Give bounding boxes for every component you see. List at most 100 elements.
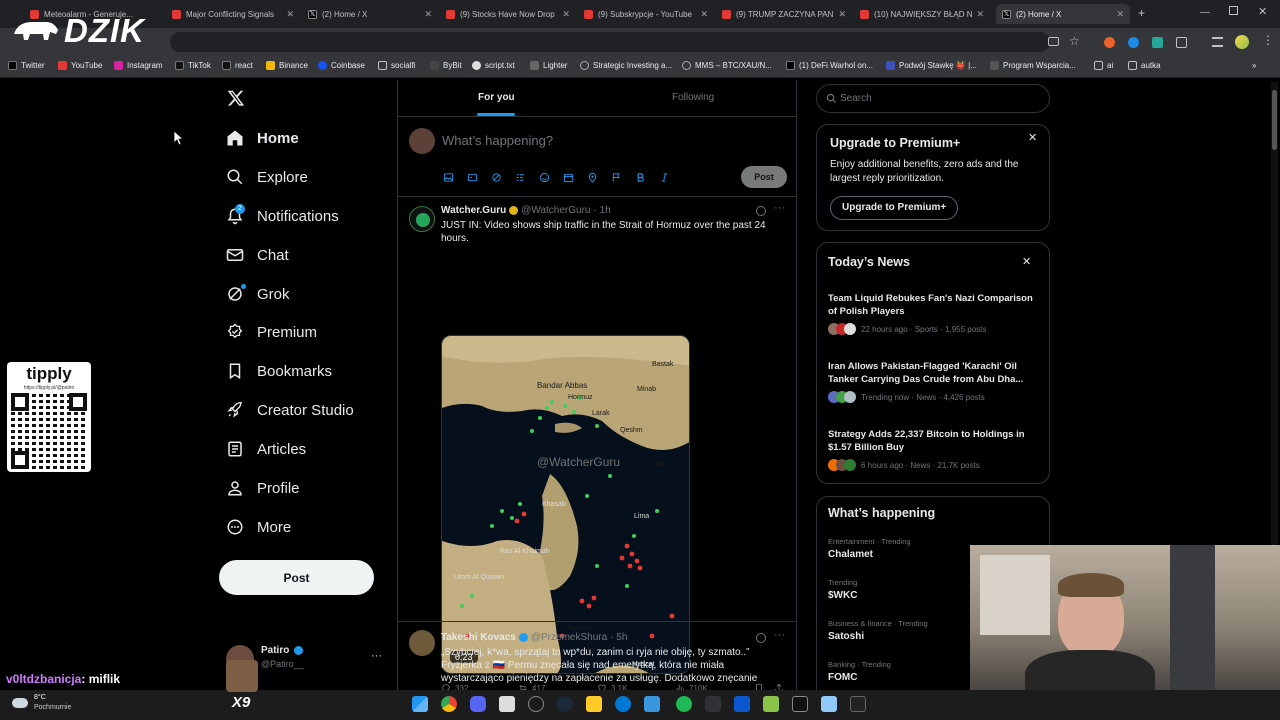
extension-icon[interactable] <box>1104 37 1115 48</box>
tweet-author[interactable]: Takeshi Kovacs <box>441 632 516 643</box>
x-app-icon[interactable] <box>734 696 750 712</box>
tweet[interactable]: Watcher.Guru @WatcherGuru · 1h ··· JUST … <box>398 197 796 693</box>
browser-tab[interactable]: (9) Stocks Have Now Drop ✕ <box>446 4 576 24</box>
install-app-icon[interactable] <box>1048 37 1059 46</box>
close-tab-icon[interactable]: ✕ <box>700 9 708 20</box>
bookmark-item[interactable]: react <box>222 61 253 70</box>
star-icon[interactable]: ☆ <box>1069 34 1080 48</box>
bookmark-item[interactable]: TikTok <box>175 61 211 70</box>
tab-following[interactable]: Following <box>672 92 714 103</box>
bookmark-item[interactable]: Program Wsparcia... <box>990 61 1076 70</box>
bookmark-item[interactable]: Binance <box>266 61 308 70</box>
trend-item[interactable]: Business & finance · Trending Satoshi <box>828 619 928 642</box>
tab-for-you[interactable]: For you <box>478 92 515 103</box>
trend-item[interactable]: Banking · Trending FOMC <box>828 660 891 683</box>
bookmark-folder[interactable]: socialfi <box>378 61 415 70</box>
nav-articles[interactable]: Articles <box>226 436 306 462</box>
browser-tab[interactable]: (10) NAJWIĘKSZY BŁĄD N ✕ <box>860 4 990 24</box>
reading-list-icon[interactable] <box>1212 37 1223 47</box>
file-explorer-icon[interactable] <box>586 696 602 712</box>
app-icon[interactable] <box>763 696 779 712</box>
browser-tab[interactable]: Major Conflicting Signals ✕ <box>172 4 300 24</box>
close-tab-icon[interactable]: ✕ <box>838 9 846 20</box>
news-item[interactable]: Strategy Adds 22,337 Bitcoin to Holdings… <box>828 428 1042 471</box>
nav-explore[interactable]: Explore <box>226 164 308 190</box>
x-logo[interactable] <box>227 89 245 112</box>
grok-explain-icon[interactable] <box>756 633 766 643</box>
document-icon[interactable] <box>821 696 837 712</box>
close-tab-icon[interactable]: ✕ <box>424 9 432 20</box>
search-input[interactable]: Search <box>840 93 872 104</box>
tweet-handle[interactable]: @WatcherGuru <box>521 205 590 216</box>
profile-avatar-icon[interactable] <box>1235 35 1249 49</box>
chevron-right-icon[interactable]: » <box>1252 61 1256 70</box>
weather-temp[interactable]: 8°C <box>34 694 46 701</box>
close-icon[interactable]: ✕ <box>1022 255 1031 268</box>
compose-post-button[interactable]: Post <box>741 166 787 188</box>
news-item[interactable]: Team Liquid Rebukes Fan's Nazi Compariso… <box>828 292 1042 335</box>
spotify-icon[interactable] <box>676 696 692 712</box>
discord-icon[interactable] <box>470 696 486 712</box>
bookmark-item[interactable]: ByBit <box>430 61 462 70</box>
tweet-author[interactable]: Watcher.Guru <box>441 205 506 216</box>
browser-tab[interactable]: (9) TRUMP ZACZYNA PAN ✕ <box>722 4 852 24</box>
steam-icon[interactable] <box>557 696 573 712</box>
nav-more[interactable]: More <box>226 514 291 540</box>
gif-icon[interactable] <box>467 172 478 183</box>
extension-icon[interactable] <box>1128 37 1139 48</box>
bold-icon[interactable] <box>635 172 646 183</box>
browser-tab[interactable]: (9) Subskrypcje - YouTube ✕ <box>584 4 714 24</box>
puzzle-icon[interactable] <box>1176 37 1187 48</box>
address-bar[interactable] <box>170 32 1050 52</box>
scrollbar-thumb[interactable] <box>1272 90 1277 150</box>
tweet-handle[interactable]: @PrzemekShura <box>531 632 607 643</box>
terminal-icon[interactable] <box>850 696 866 712</box>
nav-grok[interactable]: Grok <box>226 281 290 307</box>
kebab-menu-icon[interactable]: ⋮ <box>1262 33 1274 47</box>
more-options-icon[interactable]: ··· <box>774 629 785 641</box>
flag-icon[interactable] <box>611 172 622 183</box>
grok-compose-icon[interactable] <box>491 172 502 183</box>
bookmark-item[interactable]: Strategic Investing a... <box>580 61 672 70</box>
obs-icon[interactable] <box>528 696 544 712</box>
nav-notifications[interactable]: Notifications 2 <box>226 203 339 229</box>
nav-home[interactable]: Home <box>226 125 299 151</box>
grok-explain-icon[interactable] <box>756 206 766 216</box>
nav-chat[interactable]: Chat <box>226 242 289 268</box>
close-tab-icon[interactable]: ✕ <box>286 9 294 20</box>
image-icon[interactable] <box>443 172 454 183</box>
bookmark-folder[interactable]: ai <box>1094 61 1113 70</box>
windows-start-icon[interactable] <box>412 696 428 712</box>
nav-profile[interactable]: Profile <box>226 475 300 501</box>
bookmark-item[interactable]: Instagram <box>114 61 163 70</box>
trend-item[interactable]: Trending $WKC <box>828 578 857 601</box>
maximize-icon[interactable] <box>1229 6 1238 15</box>
bookmark-folder[interactable]: autka <box>1128 61 1161 70</box>
nav-creator-studio[interactable]: Creator Studio <box>226 397 354 423</box>
bookmark-item[interactable]: YouTube <box>58 61 102 70</box>
bookmark-item[interactable]: Coinbase <box>318 61 365 70</box>
emoji-icon[interactable] <box>539 172 550 183</box>
italic-icon[interactable] <box>659 172 670 183</box>
chrome-icon[interactable] <box>441 696 457 712</box>
more-options-icon[interactable]: ··· <box>371 650 382 662</box>
weather-desc[interactable]: Pochmurnie <box>34 704 71 711</box>
extension-icon[interactable] <box>1152 37 1163 48</box>
location-icon[interactable] <box>587 172 598 183</box>
new-tab-icon[interactable]: + <box>1138 6 1145 20</box>
compose-input[interactable]: What’s happening? <box>442 133 553 148</box>
nav-premium[interactable]: Premium <box>226 319 317 345</box>
news-item[interactable]: Iran Allows Pakistan-Flagged 'Karachi' O… <box>828 360 1042 403</box>
search-box[interactable]: Search <box>816 84 1050 113</box>
close-tab-icon[interactable]: ✕ <box>976 9 984 20</box>
tweet-time[interactable]: · 1h <box>593 205 610 216</box>
close-tab-icon[interactable]: ✕ <box>562 9 570 20</box>
tweet-time[interactable]: · 5h <box>610 632 627 643</box>
close-icon[interactable]: ✕ <box>1028 131 1037 144</box>
minimize-icon[interactable]: — <box>1200 7 1210 18</box>
window-close-icon[interactable]: ✕ <box>1258 5 1267 18</box>
browser-tab-active[interactable]: 𝕏 (2) Home / X ✕ <box>996 4 1130 24</box>
upgrade-premium-button[interactable]: Upgrade to Premium+ <box>830 196 959 220</box>
terminal-icon[interactable] <box>792 696 808 712</box>
browser-tab[interactable]: 𝕏 (2) Home / X ✕ <box>308 4 438 24</box>
